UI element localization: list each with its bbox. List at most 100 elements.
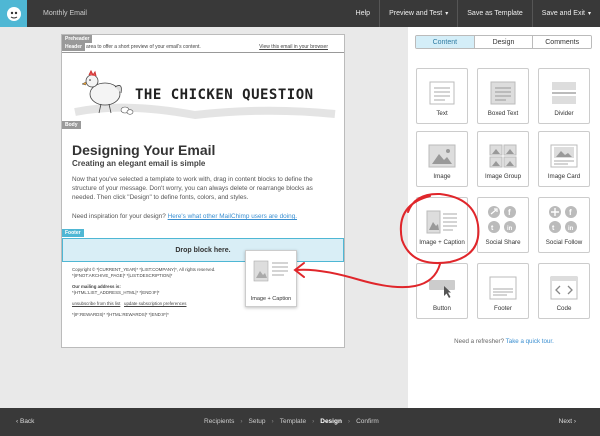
view-in-browser-link[interactable]: View this email in your browser	[259, 44, 328, 50]
campaign-title[interactable]: Monthly Email	[43, 10, 347, 17]
block-image-caption[interactable]: Image + Caption	[416, 197, 468, 253]
tab-comments[interactable]: Comments	[532, 36, 591, 48]
chevron-right-icon: ›	[271, 418, 274, 425]
update-preferences-link[interactable]: update subscription preferences	[124, 301, 186, 306]
help-menu[interactable]: Help	[347, 0, 379, 27]
block-label: Social Share	[485, 239, 521, 246]
tab-content[interactable]: Content	[416, 36, 474, 48]
next-label: Next	[558, 418, 573, 425]
image-group-icon	[489, 144, 517, 168]
quick-tour-link[interactable]: Take a quick tour.	[506, 338, 554, 345]
block-footer[interactable]: Footer	[477, 263, 529, 319]
email-subheading: Creating an elegant email is simple	[72, 159, 206, 168]
block-label: Code	[556, 305, 572, 312]
block-label: Image Card	[547, 173, 581, 180]
block-label: Button	[433, 305, 451, 312]
block-label: Social Follow	[545, 239, 583, 246]
image-caption-icon	[253, 260, 288, 282]
email-paragraph: Now that you've selected a template to w…	[72, 176, 313, 201]
block-code[interactable]: Code	[538, 263, 590, 319]
dragged-image-caption-block[interactable]: Image + Caption	[245, 250, 297, 307]
footer-text: Copyright © *|CURRENT_YEAR|* *|LIST:COMP…	[72, 267, 262, 318]
top-nav: Help Preview and Test ▾ Save as Template …	[347, 0, 600, 27]
chimp-icon	[6, 6, 21, 21]
step-recipients[interactable]: Recipients	[204, 418, 234, 425]
email-canvas: Preheader area to offer a short preview …	[0, 27, 408, 408]
wizard-steps: Recipients › Setup › Template › Design ›…	[204, 418, 379, 425]
refresher-text: Need a refresher?	[454, 338, 505, 345]
footer-rewards: *|IF:REWARDS|* *|HTML:REWARDS|* *|END:IF…	[72, 312, 169, 317]
tab-design[interactable]: Design	[473, 36, 533, 48]
footer-section[interactable]: Copyright © *|CURRENT_YEAR|* *|LIST:COMP…	[62, 262, 344, 347]
image-caption-icon	[426, 210, 457, 234]
preheader-section[interactable]: area to offer a short preview of your em…	[62, 42, 344, 53]
block-label: Image + Caption	[419, 239, 465, 246]
svg-text:in: in	[507, 226, 513, 232]
chevron-down-icon: ▾	[587, 11, 591, 17]
back-label: Back	[19, 418, 35, 425]
social-follow-icon: f t in	[549, 206, 577, 233]
text-block-icon	[429, 81, 455, 105]
footer-icon	[489, 276, 517, 300]
panel-tabs: Content Design Comments	[415, 35, 592, 49]
block-text[interactable]: Text	[416, 68, 468, 124]
image-icon	[428, 144, 456, 168]
boxed-text-icon	[490, 81, 516, 105]
step-confirm[interactable]: Confirm	[356, 418, 379, 425]
block-label: Image Group	[484, 173, 522, 180]
block-divider[interactable]: Divider	[538, 68, 590, 124]
chevron-right-icon: ›	[572, 418, 576, 425]
social-share-icon: f t in	[488, 206, 516, 233]
email-heading: Designing Your Email	[72, 142, 216, 158]
block-label: Image	[433, 173, 451, 180]
block-image-card[interactable]: Image Card	[538, 131, 590, 187]
preview-label: Preview and Test	[389, 10, 443, 17]
save-as-template-button[interactable]: Save as Template	[457, 0, 532, 27]
step-design[interactable]: Design	[320, 418, 342, 425]
chevron-right-icon: ›	[347, 418, 351, 425]
drop-zone[interactable]: Drop block here.	[62, 238, 344, 262]
next-button[interactable]: Next ›	[559, 418, 576, 425]
image-card-icon	[550, 144, 578, 168]
svg-text:f: f	[508, 208, 511, 217]
svg-text:f: f	[569, 208, 572, 217]
unsubscribe-link[interactable]: unsubscribe from this list	[72, 301, 120, 306]
block-label: Boxed Text	[487, 110, 519, 117]
block-social-follow[interactable]: f t in Social Follow	[538, 197, 590, 253]
inspiration-link[interactable]: Here's what other MailChimp users are do…	[168, 213, 297, 220]
preview-test-menu[interactable]: Preview and Test ▾	[379, 0, 457, 27]
block-button[interactable]: Button	[416, 263, 468, 319]
block-boxed-text[interactable]: Boxed Text	[477, 68, 529, 124]
save-template-label: Save as Template	[467, 10, 523, 17]
block-image[interactable]: Image	[416, 131, 468, 187]
inspiration-line: Need inspiration for your design? Here's…	[72, 213, 337, 220]
top-bar: Monthly Email Help Preview and Test ▾ Sav…	[0, 0, 600, 27]
divider-icon	[552, 82, 576, 104]
chevron-down-icon: ▾	[445, 11, 449, 17]
header-tag: Header	[62, 43, 85, 51]
mailchimp-logo[interactable]	[0, 0, 27, 27]
step-setup[interactable]: Setup	[249, 418, 266, 425]
button-icon	[429, 280, 455, 298]
block-social-share[interactable]: f t in Social Share	[477, 197, 529, 253]
back-button[interactable]: ‹ Back	[16, 418, 34, 425]
block-label: Text	[436, 110, 448, 117]
block-image-group[interactable]: Image Group	[477, 131, 529, 187]
bottom-bar: ‹ Back Recipients › Setup › Template › D…	[0, 408, 600, 436]
content-blocks-panel: Content Design Comments Text Boxed Text …	[408, 27, 600, 408]
dragged-block-label: Image + Caption	[250, 296, 292, 302]
step-template[interactable]: Template	[280, 418, 306, 425]
block-label: Footer	[494, 305, 512, 312]
save-and-exit-menu[interactable]: Save and Exit ▾	[531, 0, 600, 27]
header-section[interactable]: THE CHICKEN QUESTION	[65, 57, 343, 126]
chevron-right-icon: ›	[312, 418, 315, 425]
mailing-address-label: Our mailing address is:	[72, 284, 121, 289]
save-exit-label: Save and Exit	[541, 10, 585, 17]
refresher-line: Need a refresher? Take a quick tour.	[408, 338, 600, 345]
inspiration-text: Need inspiration for your design?	[72, 213, 166, 220]
body-section[interactable]: Designing Your Email Creating an elegant…	[62, 128, 344, 231]
email-preview: Preheader area to offer a short preview …	[61, 34, 345, 348]
help-label: Help	[355, 10, 371, 17]
svg-text:in: in	[568, 226, 574, 232]
banner-title-text: THE CHICKEN QUESTION	[135, 87, 314, 103]
